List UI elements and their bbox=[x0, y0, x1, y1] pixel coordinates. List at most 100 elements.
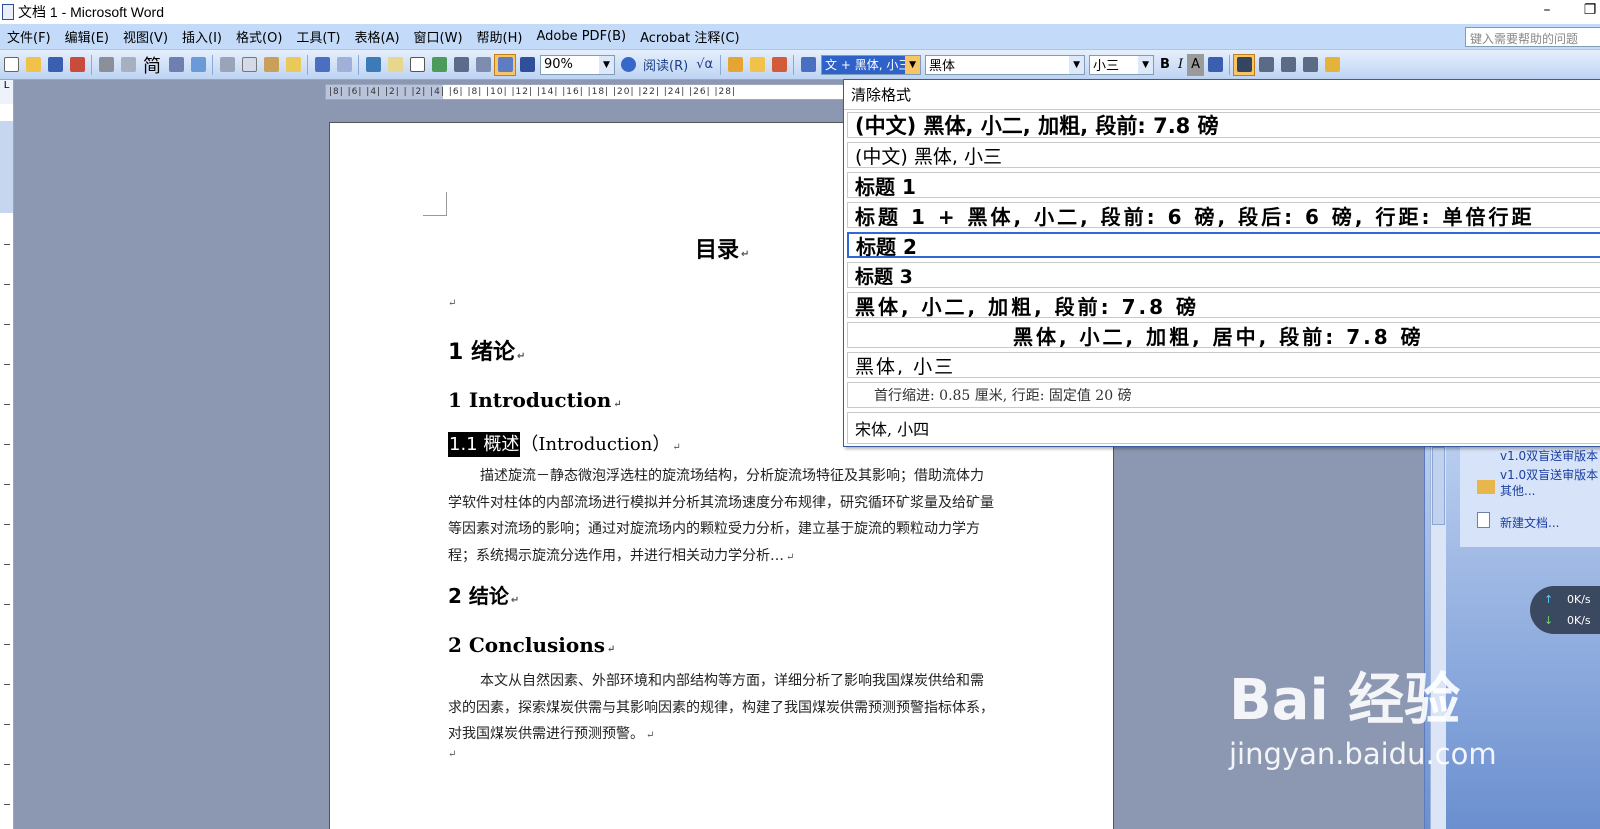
chevron-down-icon[interactable]: ▼ bbox=[1138, 55, 1154, 74]
insert-table-icon[interactable] bbox=[406, 54, 428, 76]
style-select[interactable]: 文 + 黑体, 小三 ▼ bbox=[821, 54, 922, 75]
scrollbar-thumb[interactable] bbox=[1432, 447, 1445, 525]
print-icon[interactable] bbox=[95, 54, 117, 76]
plugin-icon-2[interactable] bbox=[746, 54, 768, 76]
spelling-icon[interactable] bbox=[165, 54, 187, 76]
baidu-jingyan-watermark: Bai 经验 jingyan.baidu.com bbox=[1229, 655, 1497, 771]
vertical-scrollbar[interactable] bbox=[1430, 447, 1446, 829]
restore-button[interactable]: ❐ bbox=[1575, 2, 1600, 18]
new-document-icon[interactable] bbox=[0, 54, 22, 76]
undo-icon[interactable] bbox=[311, 54, 333, 76]
redo-icon[interactable] bbox=[333, 54, 355, 76]
heading-2-overview[interactable]: 1.1 概述（Introduction） ↵ bbox=[448, 430, 681, 457]
help-icon[interactable] bbox=[617, 54, 639, 76]
show-hide-icon[interactable] bbox=[516, 54, 538, 76]
menu-edit[interactable]: 编辑(E) bbox=[58, 27, 116, 46]
bold-button[interactable]: B bbox=[1156, 54, 1174, 76]
drawing-icon[interactable] bbox=[472, 54, 494, 76]
print-preview-icon[interactable] bbox=[117, 54, 139, 76]
research-icon[interactable] bbox=[187, 54, 209, 76]
cut-icon[interactable] bbox=[216, 54, 238, 76]
menu-adobe-pdf[interactable]: Adobe PDF(B) bbox=[529, 29, 633, 44]
italic-button[interactable]: I bbox=[1174, 54, 1187, 76]
copy-icon[interactable] bbox=[238, 54, 260, 76]
style-option-heading-3[interactable]: 标题 3 bbox=[847, 262, 1600, 288]
menu-tools[interactable]: 工具(T) bbox=[289, 27, 347, 46]
heading-1-chinese[interactable]: 1 绪论 ↵ bbox=[448, 334, 525, 366]
style-option[interactable]: 标题 1 + 黑体, 小二, 段前: 6 磅, 段后: 6 磅, 行距: 单倍行… bbox=[847, 202, 1600, 228]
heading-1-english[interactable]: 1 Introduction ↵ bbox=[448, 388, 622, 412]
plugin-icon-1[interactable] bbox=[724, 54, 746, 76]
font-select[interactable]: 黑体 ▼ bbox=[925, 54, 1086, 75]
help-search-input[interactable]: 键入需要帮助的问题 bbox=[1465, 27, 1600, 47]
toc-title-text: 目录 bbox=[695, 238, 740, 263]
body-paragraph-1[interactable]: 描述旋流－静态微泡浮选柱的旋流场结构，分析旋流场特征及其影响；借助流体力学软件对… bbox=[448, 463, 995, 571]
heading-1-conclusion-english[interactable]: 2 Conclusions ↵ bbox=[448, 633, 615, 657]
style-option[interactable]: 黑体, 小二, 加粗, 段前: 7.8 磅 bbox=[847, 292, 1600, 318]
ruler-tick bbox=[4, 284, 10, 285]
menu-table[interactable]: 表格(A) bbox=[348, 27, 407, 46]
ruler-scale: |8| |6| |4| |2| | |2| |4| |6| |8| |10| |… bbox=[329, 87, 737, 97]
upload-speed: 0K/s bbox=[1567, 593, 1591, 606]
toc-title[interactable]: 目录 ↵ bbox=[695, 232, 749, 264]
open-folder-icon[interactable] bbox=[22, 54, 44, 76]
style-option[interactable]: 宋体, 小四 bbox=[847, 412, 1600, 444]
text-boundary-mark bbox=[423, 192, 447, 216]
new-document-link[interactable]: 新建文档... bbox=[1500, 514, 1559, 531]
highlight-icon[interactable] bbox=[1204, 54, 1226, 76]
menu-format[interactable]: 格式(O) bbox=[229, 27, 289, 46]
tables-borders-icon[interactable] bbox=[384, 54, 406, 76]
menu-window[interactable]: 窗口(W) bbox=[407, 27, 470, 46]
menu-acrobat-comments[interactable]: Acrobat 注释(C) bbox=[633, 27, 747, 46]
read-button[interactable]: 阅读(R) bbox=[639, 54, 692, 76]
body-paragraph-2[interactable]: 本文从自然因素、外部环境和内部结构等方面，详细分析了影响我国煤炭供给和需求的因素… bbox=[448, 668, 995, 750]
menu-view[interactable]: 视图(V) bbox=[116, 27, 175, 46]
styles-formatting-icon[interactable] bbox=[797, 54, 819, 76]
style-option-heading-2[interactable]: 标题 2 bbox=[847, 232, 1600, 258]
save-icon[interactable] bbox=[44, 54, 66, 76]
style-option[interactable]: 黑体, 小二, 加粗, 居中, 段前: 7.8 磅 bbox=[847, 322, 1600, 348]
style-option[interactable]: (中文) 黑体, 小二, 加粗, 段前: 7.8 磅 bbox=[847, 112, 1600, 138]
tab-selector-icon[interactable]: L bbox=[0, 80, 14, 104]
chevron-down-icon[interactable]: ▼ bbox=[905, 55, 921, 74]
chevron-down-icon[interactable]: ▼ bbox=[599, 55, 614, 74]
horizontal-ruler[interactable]: |8| |6| |4| |2| | |2| |4| |6| |8| |10| |… bbox=[325, 84, 845, 100]
format-painter-icon[interactable] bbox=[282, 54, 304, 76]
formula-icon[interactable]: √α bbox=[692, 54, 717, 76]
recent-doc-link[interactable]: v1.0双盲送审版本 bbox=[1500, 466, 1598, 483]
align-center-icon[interactable] bbox=[1255, 54, 1277, 76]
chevron-down-icon[interactable]: ▼ bbox=[1069, 55, 1085, 74]
align-left-icon[interactable] bbox=[1233, 53, 1256, 76]
simplified-chinese-button[interactable]: 简 bbox=[139, 54, 165, 77]
font-size-select[interactable]: 小三 ▼ bbox=[1089, 54, 1155, 75]
heading-1-conclusion-chinese[interactable]: 2 结论 ↵ bbox=[448, 580, 519, 609]
phonetic-guide-icon[interactable] bbox=[1321, 54, 1343, 76]
style-option[interactable]: 首行缩进: 0.85 厘米, 行距: 固定值 20 磅 bbox=[847, 382, 1600, 408]
recent-doc-link[interactable]: v1.0双盲送审版本 bbox=[1500, 447, 1598, 464]
align-right-icon[interactable] bbox=[1277, 54, 1299, 76]
menu-help[interactable]: 帮助(H) bbox=[470, 27, 530, 46]
more-docs-link[interactable]: 其他... bbox=[1500, 482, 1535, 499]
hyperlink-icon[interactable] bbox=[362, 54, 384, 76]
zoom-select[interactable]: 90% ▼ bbox=[540, 54, 615, 75]
char-shading-button[interactable]: A bbox=[1187, 53, 1205, 76]
document-map-icon[interactable] bbox=[494, 53, 516, 76]
style-option[interactable]: (中文) 黑体, 小三 bbox=[847, 142, 1600, 168]
vertical-ruler[interactable] bbox=[0, 104, 14, 829]
minimize-button[interactable]: – bbox=[1532, 2, 1562, 18]
columns-icon[interactable] bbox=[450, 54, 472, 76]
permission-icon[interactable] bbox=[66, 54, 88, 76]
style-option-heading-1[interactable]: 标题 1 bbox=[847, 172, 1600, 198]
insert-excel-icon[interactable] bbox=[428, 54, 450, 76]
selected-text[interactable]: 1.1 概述 bbox=[448, 432, 521, 457]
style-option[interactable]: 黑体, 小三 bbox=[847, 352, 1600, 378]
ruler-tick bbox=[4, 564, 10, 565]
plugin-icon-3[interactable] bbox=[768, 54, 790, 76]
paste-icon[interactable] bbox=[260, 54, 282, 76]
style-dropdown-list[interactable]: 清除格式 (中文) 黑体, 小二, 加粗, 段前: 7.8 磅 (中文) 黑体,… bbox=[843, 79, 1600, 447]
empty-paragraph-mark: ↵ bbox=[448, 298, 457, 309]
bullets-icon[interactable] bbox=[1299, 54, 1321, 76]
menu-file[interactable]: 文件(F) bbox=[0, 27, 58, 46]
menu-insert[interactable]: 插入(I) bbox=[175, 27, 229, 46]
style-option-clear-format[interactable]: 清除格式 bbox=[844, 80, 1600, 110]
